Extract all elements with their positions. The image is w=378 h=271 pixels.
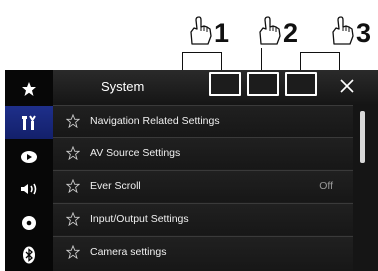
list-item-label: Camera settings	[90, 246, 167, 258]
callout-number: 3	[356, 18, 372, 48]
leader-line-2	[261, 48, 262, 72]
star-outline-icon[interactable]	[66, 212, 80, 226]
main-panel: System Navigation Related Settings AV So…	[53, 70, 378, 271]
sidebar-item-system[interactable]	[5, 106, 53, 139]
star-outline-icon[interactable]	[66, 179, 80, 193]
header-button-2[interactable]	[247, 72, 279, 96]
title-bar: System	[53, 70, 378, 105]
list-item[interactable]: AV Source Settings	[53, 137, 353, 169]
list-item[interactable]: Navigation Related Settings	[53, 105, 353, 137]
list-item-label: Ever Scroll	[90, 180, 141, 192]
star-outline-icon[interactable]	[66, 114, 80, 128]
settings-tools-icon	[22, 114, 36, 130]
header-button-1[interactable]	[209, 72, 241, 96]
sidebar-item-favorites[interactable]	[5, 72, 53, 105]
sidebar-item-disc[interactable]	[5, 206, 53, 239]
pointing-hand-icon	[332, 16, 354, 45]
list-item-label: Input/Output Settings	[90, 213, 189, 225]
sidebar-item-bluetooth[interactable]	[5, 238, 53, 271]
navigation-icon	[21, 150, 37, 163]
sidebar-item-navigation[interactable]	[5, 140, 53, 173]
list-item[interactable]: Input/Output Settings	[53, 203, 353, 235]
bluetooth-icon	[23, 246, 35, 263]
scrollbar-thumb[interactable]	[360, 111, 365, 163]
list-item-value: Off	[319, 180, 333, 192]
star-icon	[22, 81, 36, 96]
close-icon[interactable]	[337, 76, 357, 96]
callout-number: 2	[283, 18, 299, 48]
disc-icon	[22, 215, 36, 230]
scrollbar[interactable]	[353, 105, 378, 271]
list-item-label: AV Source Settings	[90, 147, 181, 159]
list-item[interactable]: Camera settings	[53, 236, 353, 271]
star-outline-icon[interactable]	[66, 146, 80, 160]
device-screen: System Navigation Related Settings AV So…	[5, 70, 378, 271]
speaker-icon	[21, 183, 37, 194]
sidebar-item-audio[interactable]	[5, 172, 53, 205]
page-title: System	[101, 79, 145, 94]
header-button-3[interactable]	[285, 72, 317, 96]
list-item[interactable]: Ever Scroll Off	[53, 170, 353, 202]
star-outline-icon[interactable]	[66, 245, 80, 259]
sidebar	[5, 70, 53, 271]
pointing-hand-icon	[190, 16, 212, 45]
callout-number: 1	[214, 18, 230, 48]
list-item-label: Navigation Related Settings	[90, 115, 220, 127]
pointing-hand-icon	[259, 16, 281, 45]
